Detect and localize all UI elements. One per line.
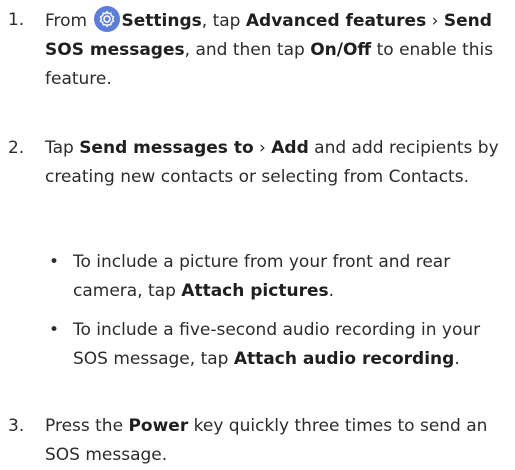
- bullet-text: .: [328, 281, 335, 301]
- add-label: Add: [271, 138, 309, 158]
- step-text: Tap: [45, 138, 80, 158]
- step-text: From: [45, 11, 93, 31]
- step-number: 1.: [8, 10, 25, 30]
- advanced-features-label: Advanced features: [245, 11, 427, 31]
- step-number: 3.: [8, 416, 25, 436]
- step-text: Press the: [45, 416, 129, 436]
- instruction-list: 1. From Settings, tap Advanced features …: [0, 0, 515, 465]
- bullet-item: • To include a picture from your front a…: [49, 248, 503, 306]
- attach-audio-recording-label: Attach audio recording: [233, 349, 455, 369]
- breadcrumb-separator: ›: [253, 138, 272, 158]
- bullet-text: .: [454, 349, 460, 369]
- settings-label: Settings: [121, 11, 202, 31]
- step-1: 1. From Settings, tap Advanced features …: [8, 6, 507, 94]
- step-text: , tap: [201, 11, 246, 31]
- bullet-item: • To include a five-second audio recordi…: [49, 316, 503, 374]
- settings-gear-icon: [93, 6, 120, 32]
- bullet-dot: •: [49, 320, 60, 340]
- bullet-dot: •: [49, 252, 60, 272]
- step-text: , and then tap: [184, 40, 311, 60]
- on-off-label: On/Off: [310, 40, 372, 60]
- step-3: 3. Press the Power key quickly three tim…: [8, 412, 507, 470]
- breadcrumb-separator: ›: [426, 11, 444, 31]
- power-key-label: Power: [128, 416, 189, 436]
- send-messages-to-label: Send messages to: [79, 138, 254, 158]
- step-2: 2. Tap Send messages to › Add and add re…: [8, 134, 507, 192]
- step-number: 2.: [8, 138, 25, 158]
- attach-pictures-label: Attach pictures: [181, 281, 329, 301]
